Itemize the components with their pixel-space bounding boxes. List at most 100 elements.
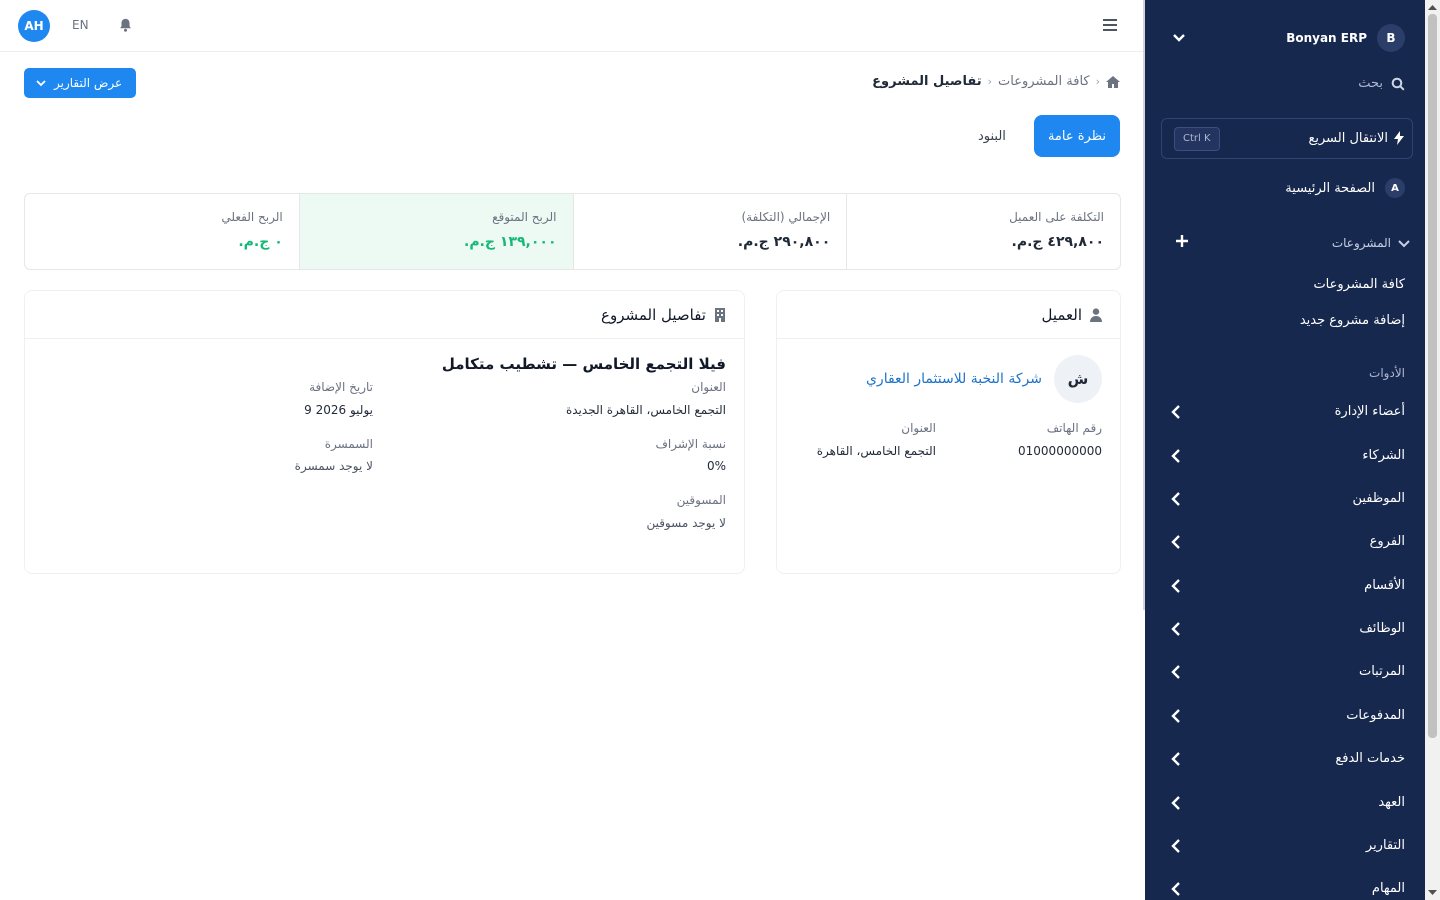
topbar: AH EN <box>0 0 1145 52</box>
sidebar-subitem-add-project[interactable]: إضافة مشروع جديد <box>1300 313 1405 328</box>
breadcrumb-separator-icon: › <box>1095 75 1100 88</box>
sidebar-item-tasks[interactable]: المهام <box>1165 880 1405 900</box>
stat-value: ٢٩٠,٨٠٠ ج.م. <box>737 234 831 250</box>
chevron-left-icon <box>1171 796 1180 810</box>
sidebar: B Bonyan ERP بحث الانتقال السريع Ctrl K … <box>1145 0 1425 900</box>
project-marketers-value: لا يوجد مسوقين <box>646 516 726 530</box>
client-avatar: ش <box>1054 355 1102 403</box>
breadcrumb-link-projects[interactable]: كافة المشروعات <box>998 74 1090 89</box>
project-card-title: تفاصيل المشروع <box>601 306 706 324</box>
breadcrumb: › كافة المشروعات › تفاصيل المشروع <box>872 74 1120 89</box>
sidebar-item-payments[interactable]: المدفوعات <box>1165 707 1405 727</box>
plus-icon[interactable] <box>1175 234 1189 248</box>
sidebar-item-reports[interactable]: التقارير <box>1165 837 1405 857</box>
sidebar-item-payment-services[interactable]: خدمات الدفع <box>1165 750 1405 770</box>
client-phone-value: 01000000000 <box>1018 444 1102 458</box>
stat-total-cost: الإجمالي (التكلفة) ٢٩٠,٨٠٠ ج.م. <box>572 194 847 269</box>
brand[interactable]: B Bonyan ERP <box>1286 24 1405 52</box>
stat-label: الربح الفعلي <box>221 210 283 224</box>
sidebar-item-label: الصفحة الرئيسية <box>1285 180 1375 196</box>
bell-icon[interactable] <box>118 17 133 33</box>
client-card-title: العميل <box>1041 306 1082 324</box>
scroll-down-icon[interactable] <box>1428 890 1437 896</box>
chevron-left-icon <box>1171 622 1180 636</box>
stat-value: ١٣٩,٠٠٠ ج.م. <box>464 234 557 250</box>
client-address-label: العنوان <box>901 421 936 435</box>
quick-jump-button[interactable]: الانتقال السريع Ctrl K <box>1161 118 1413 159</box>
project-address-label: العنوان <box>691 380 726 394</box>
client-phone-label: رقم الهاتف <box>1046 421 1102 435</box>
client-name-link[interactable]: شركة النخبة للاستثمار العقاري <box>866 371 1042 387</box>
sidebar-item-label: خدمات الدفع <box>1335 751 1405 766</box>
user-avatar[interactable]: AH <box>18 10 50 42</box>
tab-items[interactable]: البنود <box>964 115 1020 157</box>
chevron-left-icon <box>1171 579 1180 593</box>
page-title: تفاصيل المشروع <box>872 74 982 89</box>
chevron-left-icon <box>1171 449 1180 463</box>
client-address-value: التجمع الخامس، القاهرة <box>816 444 936 458</box>
chevron-left-icon <box>1171 839 1180 853</box>
bolt-icon <box>1394 131 1404 145</box>
sidebar-item-label: المهام <box>1371 881 1405 896</box>
sidebar-item-branches[interactable]: الفروع <box>1165 533 1405 553</box>
sidebar-item-label: الموظفين <box>1352 491 1405 506</box>
chevron-left-icon <box>1171 882 1180 896</box>
home-icon[interactable] <box>1106 75 1120 88</box>
brand-badge: B <box>1377 24 1405 52</box>
brand-name: Bonyan ERP <box>1286 31 1367 45</box>
stat-client-cost: التكلفة على العميل ٤٢٩,٨٠٠ ج.م. <box>846 194 1120 269</box>
sidebar-item-employees[interactable]: الموظفين <box>1165 490 1405 510</box>
stat-expected-profit: الربح المتوقع ١٣٩,٠٠٠ ج.م. <box>298 194 573 269</box>
sidebar-search[interactable]: بحث <box>1358 76 1405 91</box>
sidebar-item-label: الفروع <box>1369 534 1405 549</box>
quick-jump-label: الانتقال السريع <box>1308 131 1388 146</box>
sidebar-item-home[interactable]: A الصفحة الرئيسية <box>1285 178 1405 198</box>
chevron-down-icon <box>1398 240 1410 248</box>
sidebar-item-label: الأقسام <box>1364 578 1405 593</box>
view-reports-label: عرض التقارير <box>54 76 123 90</box>
sidebar-item-departments[interactable]: الأقسام <box>1165 577 1405 597</box>
scrollbar-thumb[interactable] <box>1428 14 1437 738</box>
chevron-left-icon <box>1171 709 1180 723</box>
building-icon <box>715 308 725 322</box>
home-badge: A <box>1385 178 1405 198</box>
sidebar-item-label: المرتبات <box>1358 664 1405 679</box>
language-switch[interactable]: EN <box>72 18 89 32</box>
sidebar-item-partners[interactable]: الشركاء <box>1165 447 1405 467</box>
sidebar-item-label: المدفوعات <box>1346 708 1405 723</box>
user-icon <box>1090 308 1102 322</box>
sidebar-item-label: العهد <box>1378 795 1405 810</box>
sidebar-item-custody[interactable]: العهد <box>1165 794 1405 814</box>
project-details-card: تفاصيل المشروع فيلا التجمع الخامس — تشطي… <box>24 290 745 574</box>
project-supervision-value: 0% <box>706 459 726 473</box>
project-marketers-label: المسوقين <box>676 493 726 507</box>
client-card: العميل ش شركة النخبة للاستثمار العقاري ر… <box>776 290 1121 574</box>
sidebar-item-board-members[interactable]: أعضاء الإدارة <box>1165 403 1405 423</box>
project-date-label: تاريخ الإضافة <box>309 380 373 394</box>
tab-overview[interactable]: نظرة عامة <box>1033 115 1120 157</box>
project-brokerage-label: السمسرة <box>324 437 373 451</box>
stat-label: الربح المتوقع <box>492 210 557 224</box>
project-supervision-label: نسبة الإشراف <box>655 437 726 451</box>
menu-icon[interactable] <box>1103 19 1117 31</box>
stat-actual-profit: الربح الفعلي ٠ ج.م. <box>25 194 299 269</box>
chevron-down-icon <box>36 79 46 86</box>
sidebar-group-projects[interactable]: المشروعات <box>1165 234 1413 254</box>
sidebar-item-label: الشركاء <box>1362 448 1405 463</box>
view-reports-button[interactable]: عرض التقارير <box>24 68 137 98</box>
sidebar-group-label: المشروعات <box>1331 236 1391 250</box>
sidebar-header: B Bonyan ERP <box>1165 24 1405 54</box>
chevron-down-icon[interactable] <box>1171 30 1187 46</box>
sidebar-item-jobs[interactable]: الوظائف <box>1165 620 1405 640</box>
sidebar-search-label: بحث <box>1358 76 1383 91</box>
sidebar-item-salaries[interactable]: المرتبات <box>1165 663 1405 683</box>
project-address-value: التجمع الخامس، القاهرة الجديدة <box>565 403 726 417</box>
sidebar-item-label: أعضاء الإدارة <box>1334 404 1405 419</box>
sidebar-item-label: الوظائف <box>1359 621 1405 636</box>
page-scrollbar[interactable] <box>1425 0 1440 900</box>
scroll-up-icon[interactable] <box>1428 4 1437 10</box>
sidebar-subitem-all-projects[interactable]: كافة المشروعات <box>1313 277 1405 292</box>
project-card-header: تفاصيل المشروع <box>25 291 744 339</box>
client-card-header: العميل <box>777 291 1120 339</box>
stat-label: الإجمالي (التكلفة) <box>741 210 831 224</box>
